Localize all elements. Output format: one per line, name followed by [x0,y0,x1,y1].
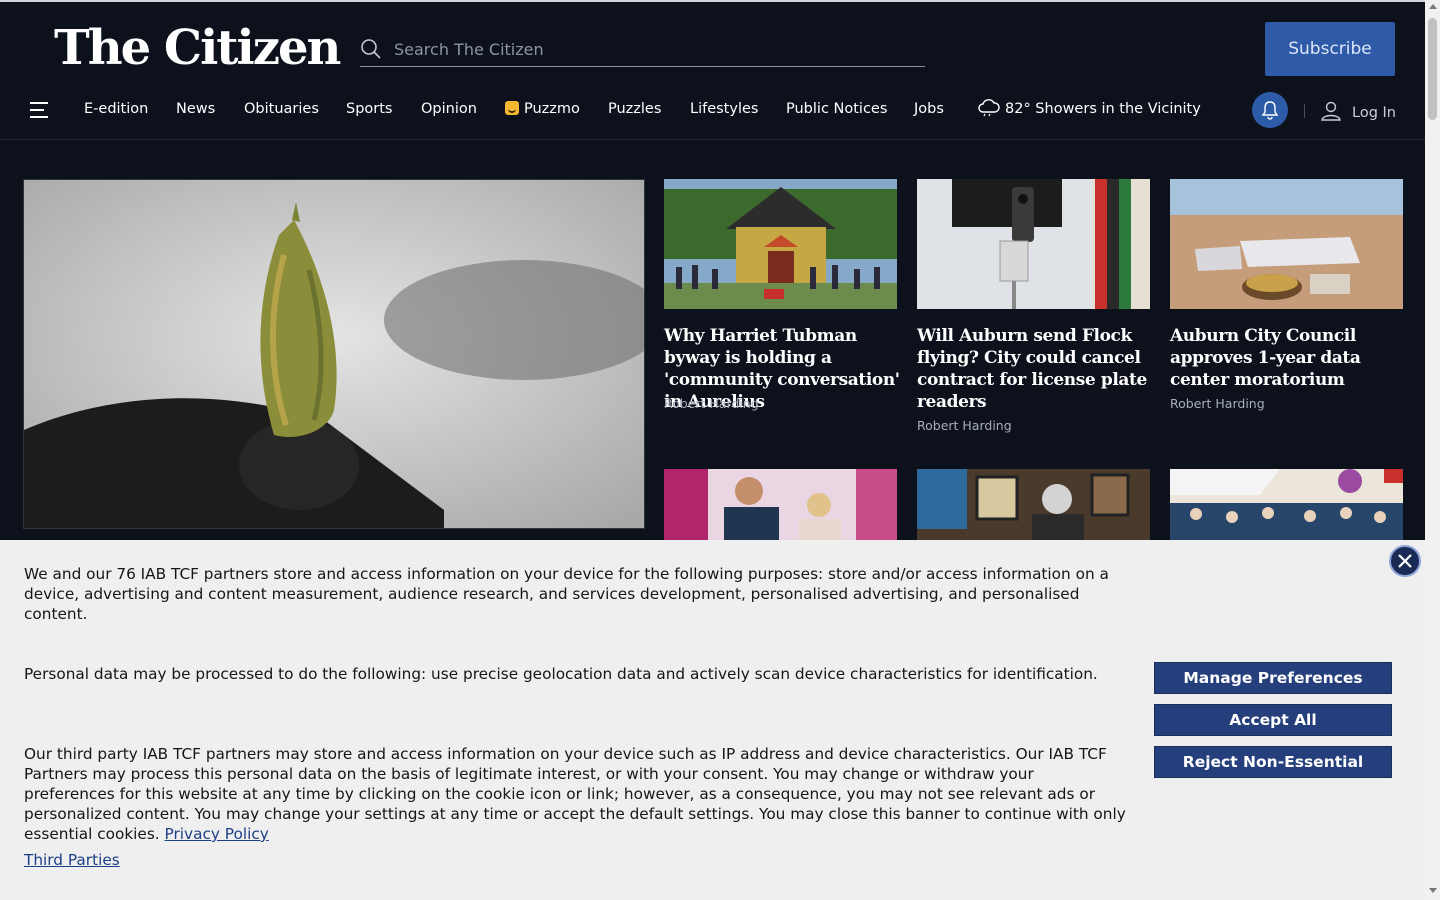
article-image[interactable] [664,469,897,540]
article-image[interactable] [664,179,897,309]
puzzmo-icon [505,101,519,115]
article-author[interactable]: Robert Harding [664,396,759,411]
search-bar[interactable] [360,30,925,67]
cookie-text-processing: Personal data may be processed to do the… [24,665,1098,683]
article-image[interactable] [917,469,1150,540]
user-icon [1321,101,1341,121]
nav-puzzles[interactable]: Puzzles [608,101,661,117]
cookie-text-purposes: We and our 76 IAB TCF partners store and… [24,565,1109,623]
hamburger-icon[interactable] [30,100,50,120]
article-title[interactable]: Will Auburn send Flock flying? City coul… [917,325,1153,413]
close-icon [1389,545,1421,577]
nav-jobs[interactable]: Jobs [914,101,944,117]
cookie-text-partners: Our third party IAB TCF partners may sto… [24,744,1129,844]
cloud-rain-icon [978,99,1000,117]
scroll-up-arrow-icon[interactable] [1429,4,1437,9]
nav-puzzmo-label: Puzzmo [524,101,580,117]
article-image[interactable] [1170,469,1403,540]
login-label: Log In [1352,105,1396,121]
nav-e-edition[interactable]: E-edition [84,101,148,117]
weather-text: 82° Showers in the Vicinity [1005,101,1201,117]
login-link[interactable]: Log In [1320,101,1396,121]
nav-sports[interactable]: Sports [346,101,392,117]
close-banner-button[interactable] [1388,544,1422,578]
scroll-down-arrow-icon[interactable] [1429,888,1437,893]
nav-obituaries[interactable]: Obituaries [244,101,319,117]
main-nav: E-edition News Obituaries Sports Opinion… [0,90,1425,140]
nav-puzzmo[interactable]: Puzzmo [505,101,580,117]
site-logo[interactable]: The Citizen [54,20,341,76]
search-input[interactable] [392,34,916,64]
page-scrollbar[interactable] [1425,0,1440,900]
accept-all-button[interactable]: Accept All [1154,704,1392,736]
search-icon[interactable] [360,38,382,60]
nav-news[interactable]: News [176,101,215,117]
article-author[interactable]: Robert Harding [1170,396,1265,411]
hero-image[interactable] [23,179,645,529]
scroll-thumb[interactable] [1428,18,1437,120]
nav-lifestyles[interactable]: Lifestyles [690,101,758,117]
manage-preferences-button[interactable]: Manage Preferences [1154,662,1392,694]
third-parties-link[interactable]: Third Parties [24,851,120,869]
top-border [0,0,1425,2]
article-image[interactable] [1170,179,1403,309]
nav-public-notices[interactable]: Public Notices [786,101,887,117]
nav-divider [1304,104,1305,118]
weather-widget[interactable]: 82° Showers in the Vicinity [977,99,1201,117]
bell-icon [1261,101,1279,120]
subscribe-button[interactable]: Subscribe [1265,22,1395,76]
article-image[interactable] [917,179,1150,309]
notifications-button[interactable] [1252,92,1288,128]
article-title[interactable]: Auburn City Council approves 1-year data… [1170,325,1406,391]
article-author[interactable]: Robert Harding [917,418,1012,433]
privacy-policy-link[interactable]: Privacy Policy [165,825,269,843]
nav-opinion[interactable]: Opinion [421,101,477,117]
reject-non-essential-button[interactable]: Reject Non-Essential [1154,746,1392,778]
cookie-banner: We and our 76 IAB TCF partners store and… [0,540,1425,900]
